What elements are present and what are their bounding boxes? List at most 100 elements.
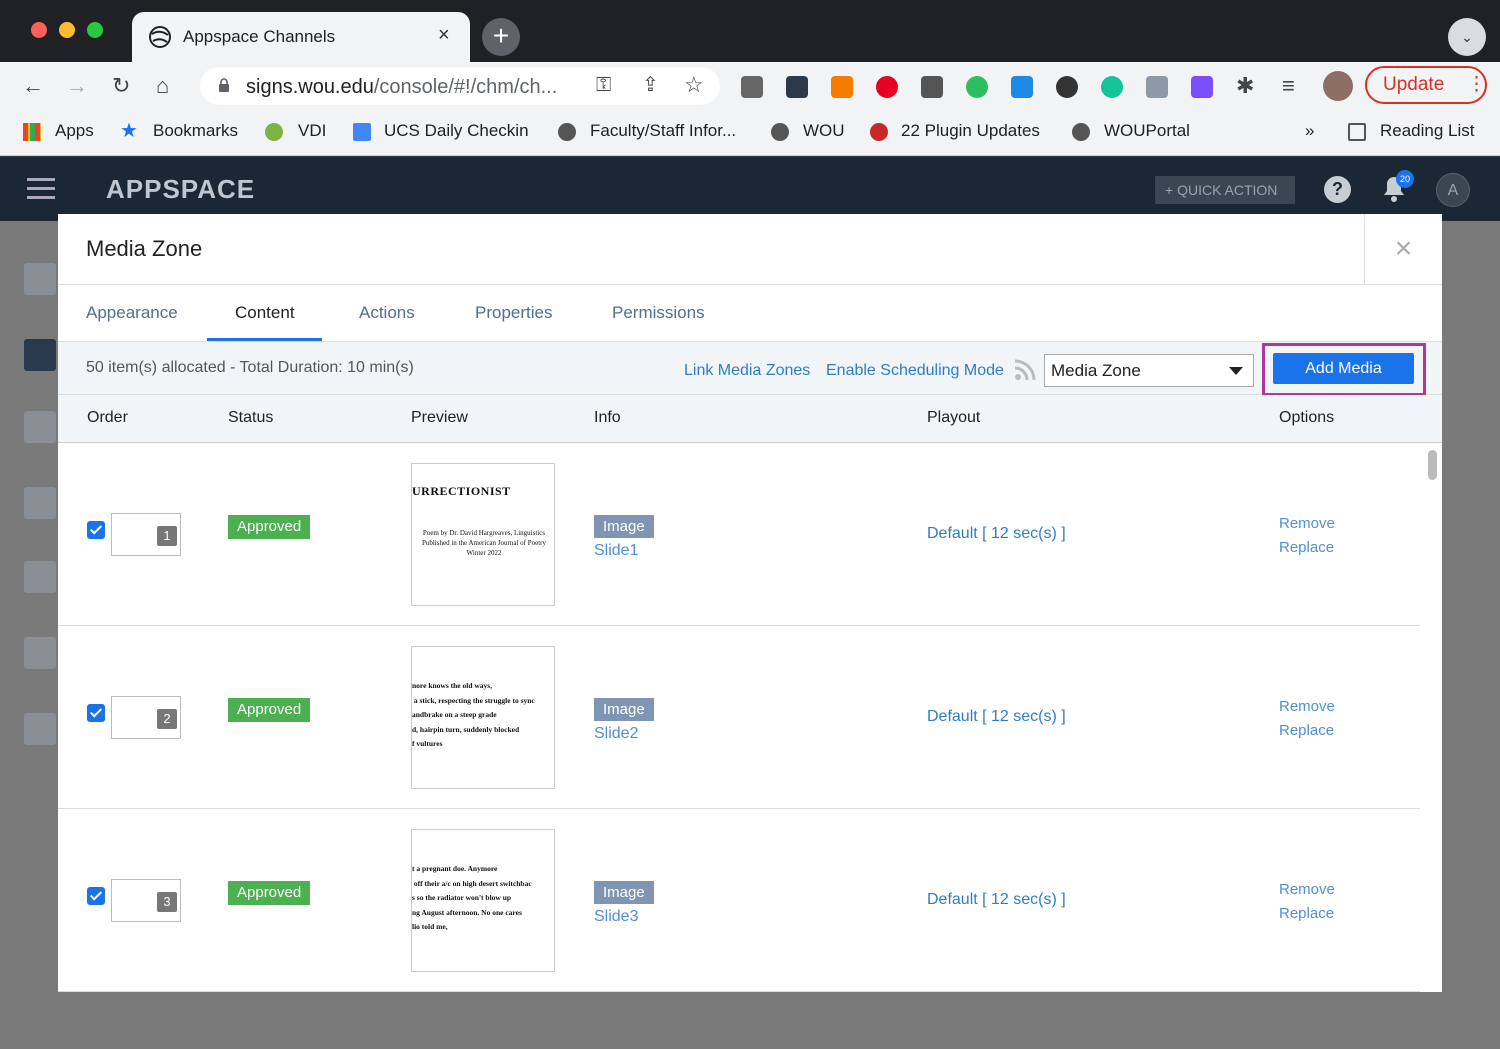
replace-link[interactable]: Replace (1279, 905, 1334, 922)
link-media-zones-link[interactable]: Link Media Zones (684, 362, 810, 380)
queue-icon[interactable]: ≡ (1282, 74, 1295, 98)
media-zone-select[interactable]: Media Zone (1044, 354, 1254, 387)
status-badge: Approved (228, 698, 311, 722)
table-row: 1 Approved URRECTIONIST Poem by Dr. Davi… (58, 443, 1420, 626)
tab-content[interactable]: Content (235, 303, 295, 323)
new-tab-button[interactable]: + (482, 18, 520, 56)
bookmark-wou[interactable]: WOU (803, 121, 845, 141)
window-zoom-button[interactable] (87, 22, 103, 38)
window-minimize-button[interactable] (59, 22, 75, 38)
help-icon[interactable]: ? (1324, 176, 1351, 203)
back-icon[interactable]: ← (22, 74, 44, 98)
bookmarks-overflow-icon[interactable]: » (1305, 121, 1314, 141)
table-row: 3 Approved t a pregnant doe. Anymore off… (58, 809, 1420, 992)
extension-icon[interactable] (921, 76, 943, 98)
media-name-link[interactable]: Slide1 (594, 542, 638, 560)
media-name-link[interactable]: Slide2 (594, 725, 638, 743)
quick-action-button[interactable]: + QUICK ACTION (1155, 176, 1295, 204)
bookmark-bookmarks[interactable]: Bookmarks (153, 121, 238, 141)
bookmark-plugin-updates[interactable]: 22 Plugin Updates (901, 121, 1040, 141)
add-media-button[interactable]: Add Media (1273, 353, 1414, 384)
extension-icon[interactable] (786, 76, 808, 98)
playout-link[interactable]: Default [ 12 sec(s) ] (927, 708, 1066, 726)
row-checkbox[interactable] (87, 887, 105, 905)
reading-list-button[interactable]: Reading List (1380, 121, 1475, 141)
forward-icon[interactable]: → (66, 74, 88, 98)
preview-thumbnail[interactable]: t a pregnant doe. Anymore off their a/c … (411, 829, 555, 972)
bookmark-apps[interactable]: Apps (55, 121, 94, 141)
caret-down-icon (1229, 367, 1243, 375)
url-path: /console/#!/chm/ch... (373, 76, 558, 98)
hamburger-menu-icon[interactable] (27, 178, 55, 200)
chart-extension-icon[interactable] (831, 76, 853, 98)
checkbox-extension-icon[interactable] (1011, 76, 1033, 98)
close-icon[interactable]: × (1364, 214, 1442, 284)
remove-link[interactable]: Remove (1279, 698, 1335, 715)
tab-appearance[interactable]: Appearance (86, 303, 178, 323)
replace-link[interactable]: Replace (1279, 722, 1334, 739)
tab-close-icon[interactable]: × (438, 24, 450, 47)
preview-thumbnail[interactable]: nore knows the old ways, a stick, respec… (411, 646, 555, 789)
order-number: 3 (157, 892, 177, 912)
book-extension-icon[interactable] (1191, 76, 1213, 98)
scrollbar-thumb[interactable] (1428, 450, 1437, 480)
media-zone-modal: Media Zone × Appearance Content Actions … (58, 214, 1442, 992)
share-icon[interactable]: ⇪ (642, 73, 659, 97)
profile-avatar[interactable] (1323, 71, 1353, 101)
browser-tab[interactable]: Appspace Channels × (132, 12, 470, 62)
preview-text: nore knows the old ways, a stick, respec… (412, 681, 535, 748)
globe-icon (558, 123, 576, 141)
row-checkbox[interactable] (87, 704, 105, 722)
home-icon[interactable]: ⌂ (156, 74, 169, 98)
pinterest-icon[interactable] (876, 76, 898, 98)
puzzle-icon[interactable]: ✱ (1236, 74, 1254, 98)
globe-icon (1072, 123, 1090, 141)
bookmark-wouportal[interactable]: WOUPortal (1104, 121, 1190, 141)
row-checkbox[interactable] (87, 521, 105, 539)
star-icon[interactable]: ☆ (684, 73, 704, 97)
update-label: Update (1383, 74, 1445, 95)
evernote-icon[interactable] (966, 76, 988, 98)
bookmark-vdi[interactable]: VDI (298, 121, 326, 141)
bookmark-ucs-daily-checkin[interactable]: UCS Daily Checkin (384, 121, 529, 141)
image-icon (24, 411, 56, 443)
key-icon[interactable]: ⚿ (596, 73, 611, 97)
enable-scheduling-mode-link[interactable]: Enable Scheduling Mode (826, 362, 1004, 380)
tab-search-button[interactable]: ⌄ (1448, 18, 1486, 56)
remove-link[interactable]: Remove (1279, 515, 1335, 532)
tab-permissions[interactable]: Permissions (612, 303, 705, 323)
playout-link[interactable]: Default [ 12 sec(s) ] (927, 525, 1066, 543)
replace-link[interactable]: Replace (1279, 539, 1334, 556)
order-input[interactable]: 3 (111, 879, 181, 922)
url-text: signs.wou.edu/console/#!/chm/ch... (246, 76, 557, 99)
extension-icon[interactable] (741, 76, 763, 98)
plugin-icon (870, 123, 888, 141)
users-icon (24, 561, 56, 593)
appspace-logo: APPSPACE (106, 174, 256, 204)
address-bar[interactable]: signs.wou.edu/console/#!/chm/ch... ⚿ ⇪ ☆ (200, 67, 720, 105)
grammarly-icon[interactable] (1101, 76, 1123, 98)
grammar-extension-icon[interactable] (1056, 76, 1078, 98)
vdi-icon (265, 123, 283, 141)
tab-properties[interactable]: Properties (475, 303, 552, 323)
list-scrollbar[interactable] (1426, 446, 1438, 992)
update-button[interactable]: Update ⋮ (1365, 66, 1487, 104)
analytics-icon (24, 263, 56, 295)
preview-thumbnail[interactable]: URRECTIONIST Poem by Dr. David Hargreave… (411, 463, 555, 606)
order-input[interactable]: 1 (111, 513, 181, 556)
bookmark-faculty-staff[interactable]: Faculty/Staff Infor... (590, 121, 736, 141)
code-extension-icon[interactable] (1146, 76, 1168, 98)
order-input[interactable]: 2 (111, 696, 181, 739)
reload-icon[interactable]: ↻ (112, 74, 130, 98)
column-playout: Playout (927, 409, 981, 426)
remove-link[interactable]: Remove (1279, 881, 1335, 898)
window-close-button[interactable] (31, 22, 47, 38)
media-name-link[interactable]: Slide3 (594, 908, 638, 926)
video-icon (24, 487, 56, 519)
user-avatar[interactable]: A (1436, 173, 1470, 207)
preview-text: t a pregnant doe. Anymore off their a/c … (412, 864, 532, 931)
tab-actions[interactable]: Actions (359, 303, 415, 323)
playout-link[interactable]: Default [ 12 sec(s) ] (927, 891, 1066, 909)
rss-icon[interactable] (1013, 358, 1037, 382)
preview-heading: URRECTIONIST (412, 484, 511, 498)
